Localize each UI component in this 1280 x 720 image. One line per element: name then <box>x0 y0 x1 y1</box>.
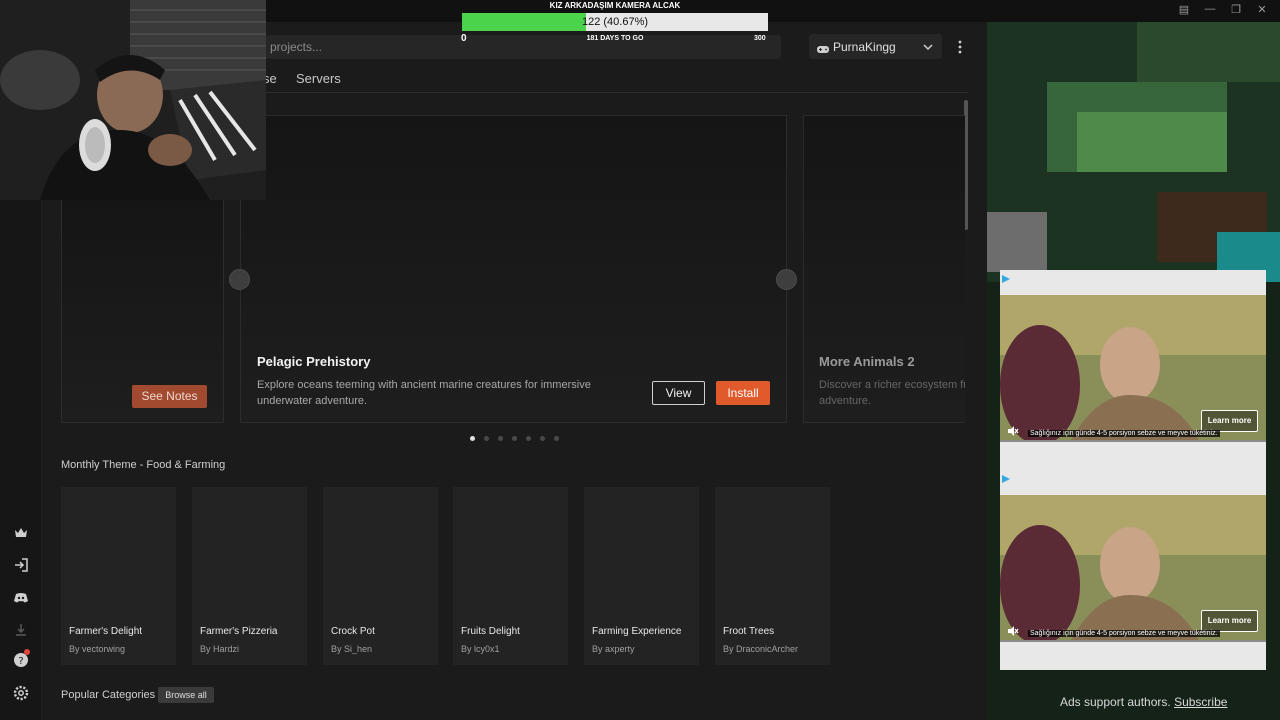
carousel-dot[interactable] <box>498 436 503 441</box>
monthly-theme-title: Monthly Theme - Food & Farming <box>61 459 226 471</box>
mute-icon[interactable] <box>1007 624 1019 636</box>
theme-card-author: By Hardzi <box>200 644 240 654</box>
theme-card-author: By vectorwing <box>69 644 126 654</box>
ad-progress-bar <box>1000 640 1266 642</box>
carousel-prev-button[interactable] <box>229 269 250 290</box>
carousel-dot[interactable] <box>470 436 475 441</box>
theme-card[interactable]: Fruits Delight By lcy0x1 <box>453 487 568 665</box>
learn-more-button[interactable]: Learn more <box>1201 410 1258 432</box>
theme-card[interactable]: Farming Experience By axperty <box>584 487 699 665</box>
theme-card-name: Froot Trees <box>723 626 775 637</box>
theme-card-author: By lcy0x1 <box>461 644 500 654</box>
ad-banner[interactable]: Learn more Sağlığınız için günde 4-5 por… <box>1000 470 1266 670</box>
popular-categories-title: Popular Categories <box>61 689 156 701</box>
next-card-description-line2: adventure. <box>819 395 871 407</box>
minimize-icon[interactable]: — <box>1204 3 1216 16</box>
ad-caption: Sağlığınız için günde 4-5 porsiyon sebze… <box>1028 630 1220 637</box>
theme-card[interactable]: Crock Pot By Si_hen <box>323 487 438 665</box>
left-rail <box>0 200 42 720</box>
theme-card[interactable]: Farmer's Delight By vectorwing <box>61 487 176 665</box>
webcam-overlay <box>0 0 266 200</box>
notification-badge <box>24 649 30 655</box>
theme-card[interactable]: Froot Trees By DraconicArcher <box>715 487 830 665</box>
window-controls: ▤ — ❐ ✕ <box>1178 3 1268 16</box>
theme-card-author: By Si_hen <box>331 644 373 654</box>
carousel-dot[interactable] <box>484 436 489 441</box>
goal-days-left: 181 DAYS TO GO <box>586 35 644 42</box>
goal-max-value: 300 <box>754 35 766 42</box>
ad-choices-icon[interactable] <box>1001 471 1011 483</box>
carousel-dot[interactable] <box>512 436 517 441</box>
featured-title: Pelagic Prehistory <box>257 354 371 369</box>
goal-title: KIZ ARKADAŞIM KAMERA ALCAK <box>549 1 681 10</box>
carousel-dot[interactable] <box>554 436 559 441</box>
see-notes-button[interactable]: See Notes <box>132 385 207 408</box>
restore-icon[interactable]: ❐ <box>1230 3 1242 16</box>
more-options-icon[interactable] <box>954 39 966 55</box>
theme-card[interactable]: Farmer's Pizzeria By Hardzi <box>192 487 307 665</box>
next-card-title: More Animals 2 <box>819 354 915 369</box>
settings-gear-icon[interactable] <box>13 685 29 701</box>
theme-card-name: Crock Pot <box>331 626 375 637</box>
ad-choices-icon[interactable] <box>1001 271 1011 283</box>
featured-description: Explore oceans teeming with ancient mari… <box>257 379 591 407</box>
username-label: PurnaKingg <box>833 40 896 54</box>
theme-card-name: Farmer's Pizzeria <box>200 626 278 637</box>
next-card-description-line1: Discover a richer ecosystem ful <box>819 379 965 391</box>
browse-all-button[interactable]: Browse all <box>158 687 214 703</box>
ad-support-notice: Ads support authors. Subscribe <box>1060 695 1227 709</box>
chevron-down-icon[interactable] <box>922 40 934 52</box>
download-icon[interactable] <box>13 622 29 638</box>
tab-servers[interactable]: Servers <box>296 71 341 86</box>
next-card-description: Discover a richer ecosystem ful adventur… <box>819 377 965 409</box>
goal-progress-text: 122 (40.67%) <box>581 16 649 28</box>
theme-card-author: By DraconicArcher <box>723 644 799 654</box>
search-placeholder: projects... <box>270 40 323 54</box>
theme-card-name: Fruits Delight <box>461 626 520 637</box>
svg-text:?: ? <box>18 656 23 667</box>
mute-icon[interactable] <box>1007 424 1019 436</box>
ad-progress-bar <box>1000 440 1266 442</box>
install-button[interactable]: Install <box>716 381 770 405</box>
crown-icon[interactable] <box>13 525 29 541</box>
theme-card-author: By axperty <box>592 644 635 654</box>
ad-banner[interactable]: Learn more Sağlığınız için günde 4-5 por… <box>1000 270 1266 470</box>
carousel-dot[interactable] <box>526 436 531 441</box>
close-icon[interactable]: ✕ <box>1256 3 1268 16</box>
gamepad-icon <box>817 41 829 53</box>
theme-card-name: Farmer's Delight <box>69 626 143 637</box>
sign-in-icon[interactable] <box>13 557 29 573</box>
learn-more-button[interactable]: Learn more <box>1201 610 1258 632</box>
discord-icon[interactable] <box>13 590 29 606</box>
webcam-feed-image <box>0 0 266 200</box>
theme-card-name: Farming Experience <box>592 626 682 637</box>
carousel-next-button[interactable] <box>776 269 797 290</box>
layout-icon[interactable]: ▤ <box>1178 3 1190 16</box>
ad-support-text: Ads support authors. <box>1060 695 1171 709</box>
ad-caption: Sağlığınız için günde 4-5 porsiyon sebze… <box>1028 430 1220 437</box>
subscribe-link[interactable]: Subscribe <box>1174 695 1227 709</box>
carousel-pagination <box>470 436 559 441</box>
view-button[interactable]: View <box>652 381 705 405</box>
carousel-dot[interactable] <box>540 436 545 441</box>
